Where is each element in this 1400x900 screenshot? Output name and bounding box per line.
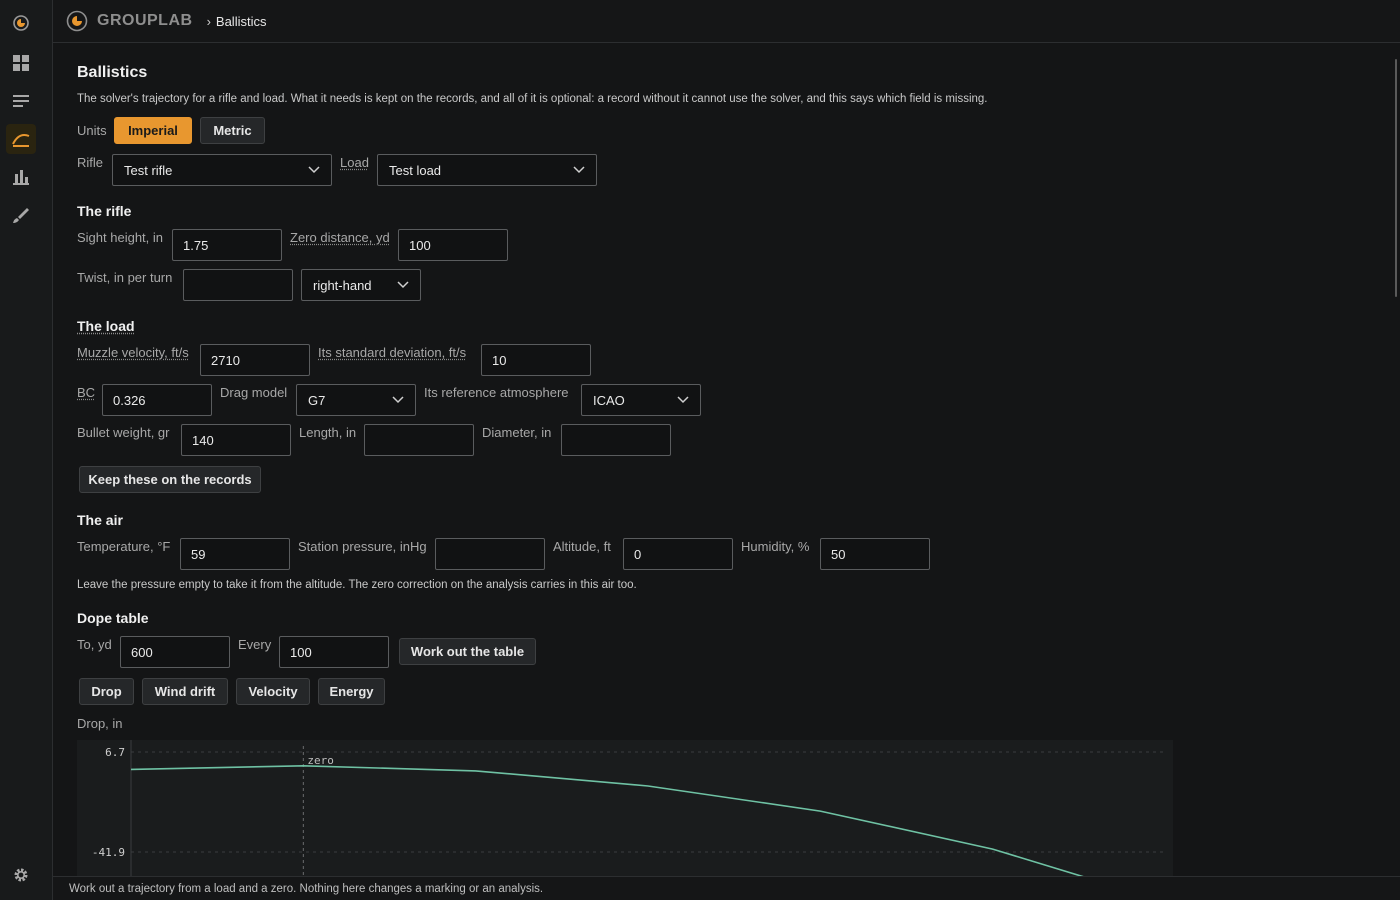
status-text: Work out a trajectory from a load and a … — [69, 882, 544, 895]
scrollbar-thumb[interactable] — [1395, 59, 1397, 297]
dashboard-icon[interactable] — [6, 48, 36, 78]
zero-annotation-label: zero — [307, 754, 334, 767]
ballistics-icon[interactable] — [6, 124, 36, 154]
nav-rail — [0, 0, 53, 900]
altitude-label: Altitude, ft — [553, 539, 611, 554]
air-section-heading: The air — [77, 512, 123, 528]
status-bar: Work out a trajectory from a load and a … — [53, 876, 1400, 900]
drag-model-select[interactable]: G7 — [296, 384, 416, 416]
twist-field[interactable] — [183, 269, 293, 301]
muzzle-velocity-label: Muzzle velocity, ft/s — [77, 345, 189, 360]
tab-velocity[interactable]: Velocity — [236, 678, 310, 705]
chevron-down-icon — [392, 396, 404, 404]
logo-icon[interactable] — [6, 8, 36, 38]
load-section-heading: The load — [77, 318, 135, 334]
reference-atmosphere-select[interactable]: ICAO — [581, 384, 701, 416]
chevron-down-icon — [308, 166, 320, 174]
bar-chart-icon[interactable] — [6, 162, 36, 192]
sight-height-field[interactable]: 1.75 — [172, 229, 282, 261]
units-label: Units — [77, 123, 107, 138]
bullet-diameter-field[interactable] — [561, 424, 671, 456]
humidity-field[interactable]: 50 — [820, 538, 930, 570]
tab-energy[interactable]: Energy — [318, 678, 385, 705]
brand-name[interactable]: GROUPLAB — [97, 12, 193, 30]
y-tick-label: -41.9 — [92, 846, 125, 859]
top-bar: GROUPLAB › Ballistics — [53, 0, 1400, 43]
breadcrumb-separator: › — [206, 13, 211, 29]
y-tick-label: 6.7 — [105, 746, 125, 759]
load-select[interactable]: Test load — [377, 154, 597, 186]
chart-y-label: Drop, in — [77, 716, 123, 731]
reference-atmosphere-label: Its reference atmosphere — [424, 385, 569, 400]
drag-model-value: G7 — [308, 392, 326, 408]
page-title: Ballistics — [77, 64, 148, 81]
dope-to-field[interactable]: 600 — [120, 636, 230, 668]
muzzle-velocity-field[interactable]: 2710 — [200, 344, 310, 376]
velocity-sd-label: Its standard deviation, ft/s — [318, 345, 467, 360]
reference-atmosphere-value: ICAO — [593, 392, 625, 408]
rifle-picker-label: Rifle — [77, 155, 104, 170]
tab-drop[interactable]: Drop — [79, 678, 134, 705]
bullet-length-field[interactable] — [364, 424, 474, 456]
rifle-select-value: Test rifle — [124, 162, 173, 178]
brand-logo-icon[interactable] — [66, 10, 88, 32]
keep-on-records-button[interactable]: Keep these on the records — [79, 466, 261, 493]
chevron-down-icon — [573, 166, 585, 174]
chevron-down-icon — [677, 396, 689, 404]
zero-distance-label: Zero distance, yd — [290, 230, 390, 245]
rifle-section-heading: The rifle — [77, 203, 132, 219]
dope-every-label: Every — [238, 637, 272, 652]
temperature-field[interactable]: 59 — [180, 538, 290, 570]
zero-distance-field[interactable]: 100 — [398, 229, 508, 261]
brush-icon[interactable] — [6, 200, 36, 230]
twist-direction-value: right-hand — [313, 277, 372, 293]
twist-label: Twist, in per turn — [77, 270, 173, 285]
bullet-weight-field[interactable]: 140 — [181, 424, 291, 456]
load-select-value: Test load — [389, 162, 442, 178]
main-content: Ballistics The solver's trajectory for a… — [53, 43, 1400, 876]
units-imperial-button[interactable]: Imperial — [114, 117, 192, 144]
units-metric-button[interactable]: Metric — [200, 117, 265, 144]
drag-model-label: Drag model — [220, 385, 288, 400]
altitude-field[interactable]: 0 — [623, 538, 733, 570]
load-picker-label: Load — [340, 155, 369, 170]
bullet-length-label: Length, in — [299, 425, 357, 440]
breadcrumb-current: Ballistics — [215, 13, 267, 29]
page-description: The solver's trajectory for a rifle and … — [77, 93, 988, 105]
list-icon[interactable] — [6, 86, 36, 116]
velocity-sd-field[interactable]: 10 — [481, 344, 591, 376]
dope-section-heading: Dope table — [77, 610, 149, 626]
temperature-label: Temperature, °F — [77, 539, 171, 554]
dope-every-field[interactable]: 100 — [279, 636, 389, 668]
drop-chart-svg: 6.7 -41.9 zero — [92, 740, 1165, 876]
humidity-label: Humidity, % — [741, 539, 810, 554]
bc-field[interactable]: 0.326 — [102, 384, 212, 416]
drop-series-line — [130, 764, 1084, 876]
tab-wind-drift[interactable]: Wind drift — [142, 678, 228, 705]
bullet-weight-label: Bullet weight, gr — [77, 425, 170, 440]
chevron-down-icon — [397, 281, 409, 289]
station-pressure-label: Station pressure, inHg — [298, 539, 427, 554]
station-pressure-field[interactable] — [435, 538, 545, 570]
rifle-select[interactable]: Test rifle — [112, 154, 332, 186]
work-out-table-button[interactable]: Work out the table — [399, 638, 536, 665]
twist-direction-select[interactable]: right-hand — [301, 269, 421, 301]
drop-chart: 6.7 -41.9 zero — [77, 740, 1173, 876]
settings-icon[interactable] — [6, 860, 36, 890]
air-note: Leave the pressure empty to take it from… — [77, 579, 637, 591]
bc-label: BC — [77, 385, 96, 400]
dope-to-label: To, yd — [77, 637, 112, 652]
bullet-diameter-label: Diameter, in — [482, 425, 552, 440]
sight-height-label: Sight height, in — [77, 230, 164, 245]
